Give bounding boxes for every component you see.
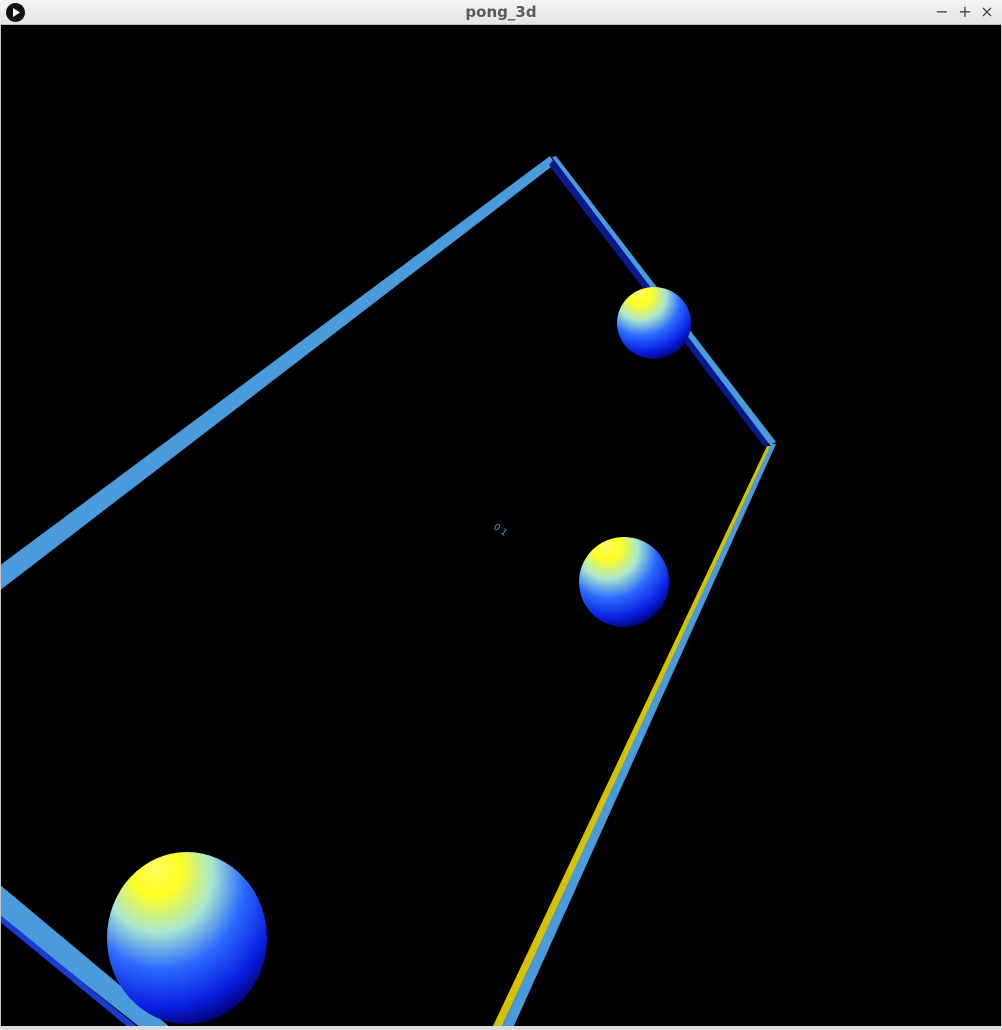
- court-edge-right-yellow: [492, 446, 771, 1026]
- scene-svg: 0 1: [1, 156, 776, 1026]
- title-bar[interactable]: pong_3d − + ×: [0, 0, 1002, 25]
- court-edge-top-left: [1, 156, 555, 590]
- ball-near: [107, 852, 267, 1024]
- game-canvas[interactable]: 0 1: [1, 26, 1001, 1026]
- window-title: pong_3d: [465, 3, 537, 21]
- score-text: 0 1: [491, 522, 508, 538]
- ball-far: [617, 287, 691, 359]
- ball-mid: [579, 537, 669, 627]
- app-window: pong_3d − + × 0 1: [0, 0, 1002, 1030]
- close-button[interactable]: ×: [977, 0, 997, 25]
- minimize-button[interactable]: −: [932, 0, 952, 25]
- window-border-bottom: [0, 1026, 1002, 1030]
- maximize-button[interactable]: +: [955, 0, 975, 25]
- window-border-left: [0, 25, 1, 1030]
